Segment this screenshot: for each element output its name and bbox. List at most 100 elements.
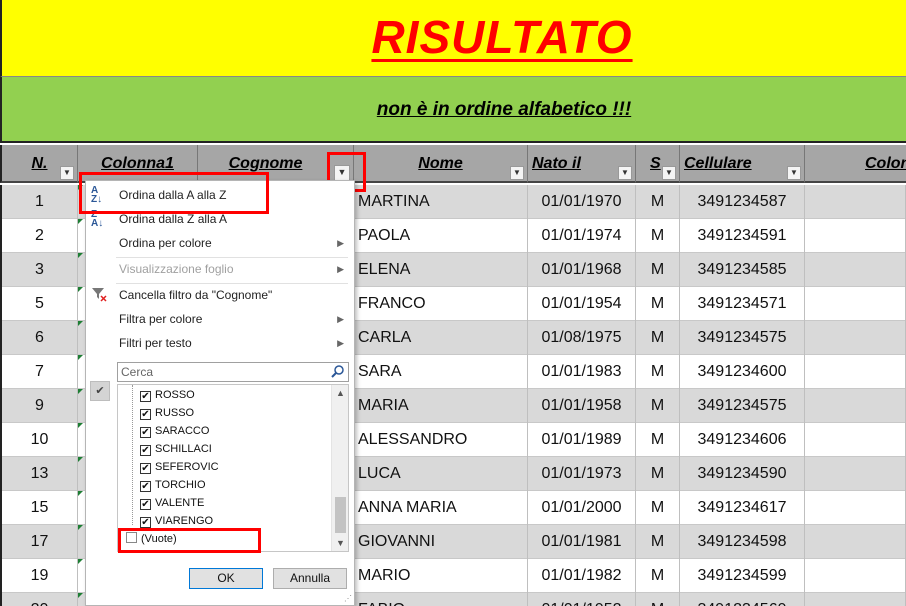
cell-nome[interactable]: LUCA [354,457,528,491]
cell-colonna-next[interactable] [805,593,906,606]
checkbox-checked-icon[interactable]: ✔ [140,499,151,510]
cell-colonna-next[interactable] [805,423,906,457]
cell-nome[interactable]: FRANCO [354,287,528,321]
cell-nome[interactable]: MARTINA [354,185,528,219]
cell-nome[interactable]: MARIA [354,389,528,423]
cell-nome[interactable]: ALESSANDRO [354,423,528,457]
header-s[interactable]: S ▼ [636,145,680,183]
cell-nato[interactable]: 01/01/1958 [528,389,636,423]
header-nato[interactable]: Nato il ▼ [528,145,636,183]
cell-cellulare[interactable]: 3491234591 [680,219,805,253]
cell-colonna-next[interactable] [805,287,906,321]
cell-colonna-next[interactable] [805,321,906,355]
cell-n[interactable]: 1 [0,185,78,219]
chevron-up-icon[interactable]: ▲ [332,385,348,401]
filter-value-item[interactable]: ✔ SCHILLACI [140,440,212,458]
cell-s[interactable]: M [636,185,680,219]
cell-n[interactable]: 19 [0,559,78,593]
cell-nome[interactable]: ANNA MARIA [354,491,528,525]
cell-n[interactable]: 20 [0,593,78,606]
cell-nato[interactable]: 01/01/1968 [528,253,636,287]
cell-cellulare[interactable]: 3491234599 [680,559,805,593]
menu-clear-filter[interactable]: Cancella filtro da "Cognome" [86,283,354,307]
cell-n[interactable]: 6 [0,321,78,355]
checkbox-checked-icon[interactable]: ✔ [140,463,151,474]
cell-nome[interactable]: ELENA [354,253,528,287]
cell-s[interactable]: M [636,593,680,606]
checkbox-checked-icon[interactable]: ✔ [140,445,151,456]
cell-colonna-next[interactable] [805,491,906,525]
cell-colonna-next[interactable] [805,559,906,593]
cell-colonna-next[interactable] [805,185,906,219]
menu-sort-by-color[interactable]: Ordina per colore ▶ [86,231,354,255]
cell-n[interactable]: 3 [0,253,78,287]
cell-nato[interactable]: 01/01/1974 [528,219,636,253]
cell-cellulare[interactable]: 3491234598 [680,525,805,559]
chevron-down-icon[interactable]: ▼ [662,166,676,180]
cell-cellulare[interactable]: 3491234575 [680,321,805,355]
filter-value-item[interactable]: ✔ SEFEROVIC [140,458,219,476]
cell-s[interactable]: M [636,491,680,525]
cell-cellulare[interactable]: 3491234569 [680,593,805,606]
cell-nato[interactable]: 01/01/1952 [528,593,636,606]
cell-nato[interactable]: 01/01/1954 [528,287,636,321]
cell-s[interactable]: M [636,287,680,321]
cell-nato[interactable]: 01/01/2000 [528,491,636,525]
cell-n[interactable]: 2 [0,219,78,253]
chevron-down-icon[interactable]: ▼ [510,166,524,180]
cell-nato[interactable]: 01/01/1983 [528,355,636,389]
cell-s[interactable]: M [636,423,680,457]
cell-colonna-next[interactable] [805,355,906,389]
resize-grip-icon[interactable]: ⋰ [344,594,352,603]
header-cellulare[interactable]: Cellulare ▼ [680,145,805,183]
cell-n[interactable]: 7 [0,355,78,389]
filter-value-item[interactable]: ✔ VALENTE [140,494,204,512]
cell-n[interactable]: 9 [0,389,78,423]
cell-s[interactable]: M [636,355,680,389]
cell-colonna-next[interactable] [805,457,906,491]
cell-nome[interactable]: PAOLA [354,219,528,253]
cell-n[interactable]: 15 [0,491,78,525]
header-nome[interactable]: Nome ▼ [354,145,528,183]
cell-nato[interactable]: 01/08/1975 [528,321,636,355]
cell-nato[interactable]: 01/01/1970 [528,185,636,219]
cell-colonna-next[interactable] [805,389,906,423]
menu-text-filters[interactable]: Filtri per testo ▶ [86,331,354,355]
cell-nome[interactable]: GIOVANNI [354,525,528,559]
cell-s[interactable]: M [636,457,680,491]
filter-value-item[interactable]: ✔ RUSSO [140,404,194,422]
chevron-down-icon[interactable]: ▼ [60,166,74,180]
cell-nome[interactable]: FABIO [354,593,528,606]
cell-n[interactable]: 17 [0,525,78,559]
filter-value-item[interactable]: ✔ SARACCO [140,422,209,440]
cell-n[interactable]: 13 [0,457,78,491]
header-n[interactable]: N. ▼ [0,145,78,183]
cell-s[interactable]: M [636,321,680,355]
checkbox-checked-icon[interactable]: ✔ [140,481,151,492]
chevron-down-icon[interactable]: ▼ [787,166,801,180]
chevron-down-icon[interactable]: ▼ [332,535,348,551]
cell-cellulare[interactable]: 3491234600 [680,355,805,389]
cell-cellulare[interactable]: 3491234617 [680,491,805,525]
filter-value-item[interactable]: ✔ TORCHIO [140,476,206,494]
cell-s[interactable]: M [636,219,680,253]
scrollbar-thumb[interactable] [335,497,346,533]
cell-s[interactable]: M [636,525,680,559]
filter-values-list[interactable]: ✔ ROSSO ✔ RUSSO ✔ SARACCO ✔ SCHILLACI ✔ SEFEROVIC… [117,384,349,552]
cell-nato[interactable]: 01/01/1981 [528,525,636,559]
checkbox-checked-icon[interactable]: ✔ [140,409,151,420]
cell-n[interactable]: 10 [0,423,78,457]
chevron-down-icon[interactable]: ▼ [618,166,632,180]
cell-n[interactable]: 5 [0,287,78,321]
list-scrollbar[interactable]: ▲ ▼ [331,385,348,551]
cell-nato[interactable]: 01/01/1989 [528,423,636,457]
cell-cellulare[interactable]: 3491234606 [680,423,805,457]
ok-button[interactable]: OK [189,568,263,589]
cell-nome[interactable]: SARA [354,355,528,389]
cell-s[interactable]: M [636,253,680,287]
cell-nato[interactable]: 01/01/1982 [528,559,636,593]
checkbox-checked-icon[interactable]: ✔ [140,427,151,438]
cell-nato[interactable]: 01/01/1973 [528,457,636,491]
cell-nome[interactable]: MARIO [354,559,528,593]
cell-s[interactable]: M [636,559,680,593]
